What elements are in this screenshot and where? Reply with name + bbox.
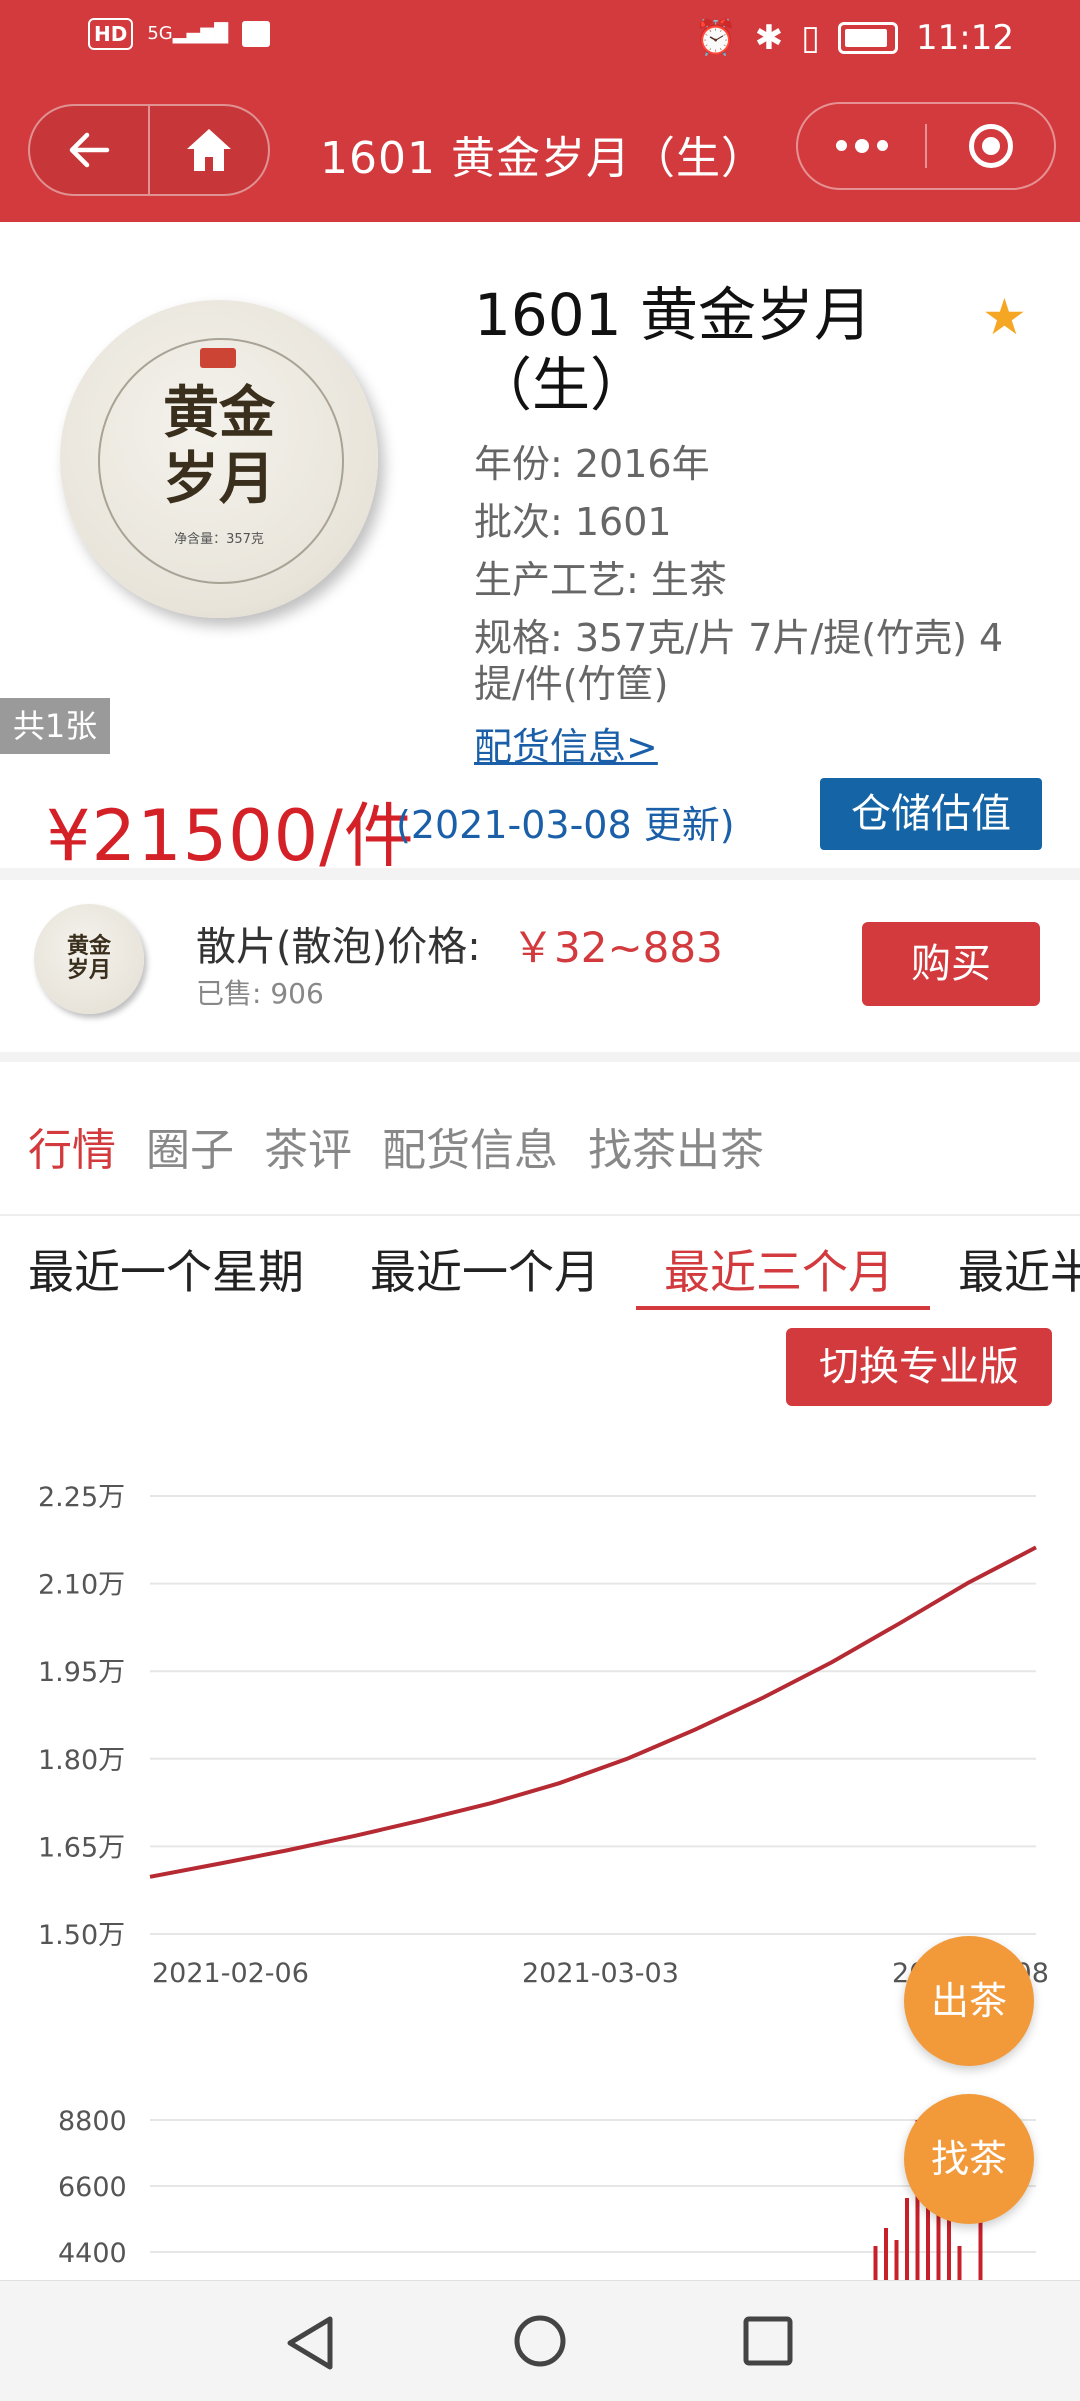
price-line-chart: 2.25万 2.10万 1.95万 1.80万 1.65万 1.50万 2021-02-06… [38, 1482, 1049, 1989]
section-divider-2 [0, 1052, 1080, 1062]
product-title: 1601 黄金岁月 （生） [474, 280, 974, 420]
volume-bar [905, 2198, 909, 2280]
content-tabs: 行情 圈子 茶评 配货信息 找茶出茶 [28, 1114, 794, 1178]
page-title: 1601 黄金岁月（生） [320, 133, 766, 184]
status-right: ⏰ ✱ ▯ 11:12 [694, 18, 1014, 58]
status-left: HD 5G▂▄▆█ [88, 18, 271, 50]
status-time: 11:12 [916, 18, 1014, 58]
attr-spec-line2: 提/件(竹筐) [474, 662, 669, 706]
period-tab-week[interactable]: 最近一个星期 [28, 1236, 304, 1302]
mini-program-capsule [796, 102, 1056, 190]
attr-batch: 批次: 1601 [474, 500, 672, 544]
status-bar: HD 5G▂▄▆█ ⏰ ✱ ▯ 11:12 [0, 0, 1080, 80]
y-tick-label: 2.25万 [38, 1482, 125, 1513]
find-tea-fab[interactable]: 找茶 [904, 2094, 1034, 2224]
active-period-underline [636, 1306, 930, 1310]
network-label: 5G [147, 23, 173, 44]
product-image-text: 黄金 岁月 [60, 380, 378, 512]
bluetooth-icon: ✱ [754, 18, 784, 58]
section-divider [0, 868, 1080, 880]
loose-cake-line1: 黄金 [66, 933, 111, 959]
battery-icon [838, 22, 899, 54]
tab-find-sell-tea[interactable]: 找茶出茶 [588, 1114, 764, 1178]
y-tick-label: 1.80万 [38, 1745, 125, 1776]
image-count-badge: 共1张 [0, 698, 110, 754]
price-updated: (2021-03-08 更新) [396, 803, 735, 847]
y-tick-label: 4400 [58, 2238, 127, 2269]
x-tick-label: 2021-02-06 [152, 1958, 309, 1989]
back-button[interactable] [30, 106, 148, 194]
nav-back-icon[interactable] [282, 2313, 338, 2373]
period-tab-month[interactable]: 最近一个月 [370, 1236, 600, 1302]
cake-net-weight: 净含量：357克 [174, 532, 264, 547]
attr-year: 年份: 2016年 [474, 442, 710, 486]
target-circle-icon [968, 124, 1013, 168]
volume-bar [894, 2240, 899, 2280]
home-icon [187, 129, 231, 171]
top-bar: HD 5G▂▄▆█ ⏰ ✱ ▯ 11:12 1601 黄金岁月（生） [0, 0, 1080, 222]
vibrate-icon: ▯ [801, 18, 821, 58]
nav-home-icon[interactable] [512, 2313, 568, 2369]
volume-bar [884, 2228, 888, 2280]
storage-valuation-button[interactable]: 仓储估值 [820, 778, 1042, 850]
switch-pro-button[interactable]: 切换专业版 [786, 1328, 1052, 1406]
hd-icon: HD [88, 18, 134, 50]
loose-cake-line2: 岁月 [66, 957, 111, 983]
alarm-icon: ⏰ [694, 18, 737, 58]
cake-text-line2: 岁月 [163, 446, 275, 512]
attr-spec-line1: 规格: 357克/片 7片/提(竹壳) 4 [474, 616, 1004, 660]
cake-text-line1: 黄金 [163, 380, 275, 446]
sold-count: 已售: 906 [196, 977, 324, 1010]
favorite-star-icon[interactable]: ★ [982, 288, 1027, 346]
period-tab-3months[interactable]: 最近三个月 [664, 1236, 894, 1302]
tab-market[interactable]: 行情 [28, 1114, 116, 1178]
loose-price-label: 散片(散泡)价格: [196, 924, 481, 970]
y-tick-label: 6600 [58, 2172, 127, 2203]
sell-tea-fab[interactable]: 出茶 [904, 1936, 1034, 2066]
back-arrow-icon [69, 132, 110, 168]
close-mini-program-button[interactable] [927, 104, 1054, 188]
nav-recents-icon[interactable] [742, 2315, 794, 2367]
tabs-divider [0, 1214, 1080, 1216]
shipping-info-link[interactable]: 配货信息> [474, 716, 658, 771]
loose-cake-text: 黄金 岁月 [34, 934, 144, 982]
loose-piece-thumbnail: 黄金 岁月 [34, 904, 144, 1014]
volume-bar [957, 2246, 962, 2280]
product-image[interactable]: 黄金 岁月 净含量：357克 [60, 300, 378, 618]
y-tick-label: 2.10万 [38, 1570, 125, 1601]
price-line [149, 1545, 1037, 1879]
period-tab-half-year[interactable]: 最近半 [958, 1236, 1080, 1302]
x-tick-label: 2021-03-03 [522, 1958, 679, 1989]
reader-app-icon [242, 21, 271, 47]
product-title-line1: 1601 黄金岁月 [474, 281, 873, 349]
product-title-line2: （生） [474, 351, 649, 419]
brand-logo-icon [200, 348, 236, 368]
y-tick-label: 1.50万 [38, 1920, 125, 1951]
loose-price-value: ￥32~883 [512, 923, 723, 972]
buy-button[interactable]: 购买 [862, 922, 1040, 1006]
y-tick-label: 1.95万 [38, 1657, 125, 1688]
more-button[interactable] [798, 104, 925, 188]
signal-5g-icon: 5G▂▄▆█ [147, 23, 229, 44]
y-tick-label: 8800 [58, 2106, 127, 2137]
nav-button-group [28, 104, 270, 196]
more-dots-icon [835, 138, 888, 153]
product-price: ¥21500/件 [46, 795, 415, 877]
attr-process: 生产工艺: 生茶 [474, 558, 727, 602]
system-nav-bar [0, 2280, 1080, 2401]
tab-review[interactable]: 茶评 [264, 1114, 352, 1178]
home-button[interactable] [150, 106, 268, 194]
volume-bar [873, 2246, 878, 2280]
y-tick-label: 1.65万 [38, 1832, 125, 1863]
tab-circle[interactable]: 圈子 [146, 1114, 234, 1178]
period-tabs: 最近一个星期 最近一个月 最近三个月 最近半 [0, 1236, 1080, 1316]
tab-shipping-info[interactable]: 配货信息 [382, 1114, 558, 1178]
